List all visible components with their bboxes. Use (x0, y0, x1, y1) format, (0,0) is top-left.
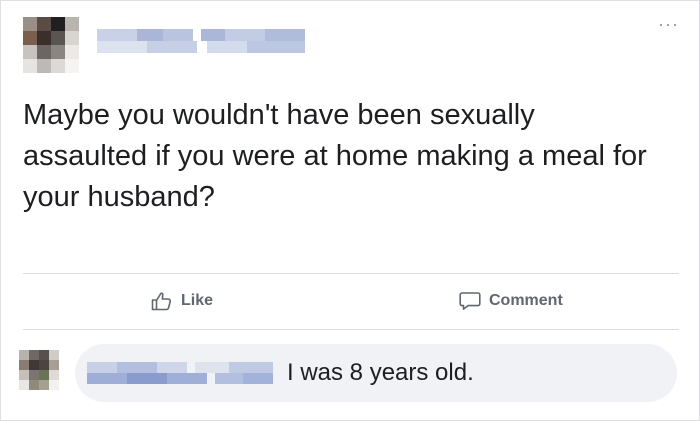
comment-label: Comment (489, 292, 563, 309)
comment-bubble: I was 8 years old. (75, 344, 677, 402)
post-timestamp-redacted[interactable] (97, 67, 187, 79)
like-button[interactable]: Like (151, 283, 213, 319)
comment-button[interactable]: Comment (459, 283, 563, 319)
more-options-icon[interactable]: ··· (658, 15, 679, 33)
author-name-redacted[interactable] (97, 25, 317, 53)
thumbs-up-icon (151, 292, 172, 311)
post-card: ··· Maybe you wouldn't have been sexuall… (0, 0, 700, 421)
commenter-name-redacted[interactable] (87, 362, 277, 384)
comment-text: I was 8 years old. (287, 359, 474, 386)
actions-bottom-divider (23, 329, 679, 330)
commenter-avatar[interactable] (19, 350, 59, 390)
comment: I was 8 years old. (1, 336, 699, 406)
post-text: Maybe you wouldn't have been sexually as… (23, 99, 647, 213)
author-avatar[interactable] (23, 17, 79, 73)
like-label: Like (181, 292, 214, 309)
actions-top-divider (23, 273, 679, 274)
speech-bubble-icon (459, 292, 481, 310)
